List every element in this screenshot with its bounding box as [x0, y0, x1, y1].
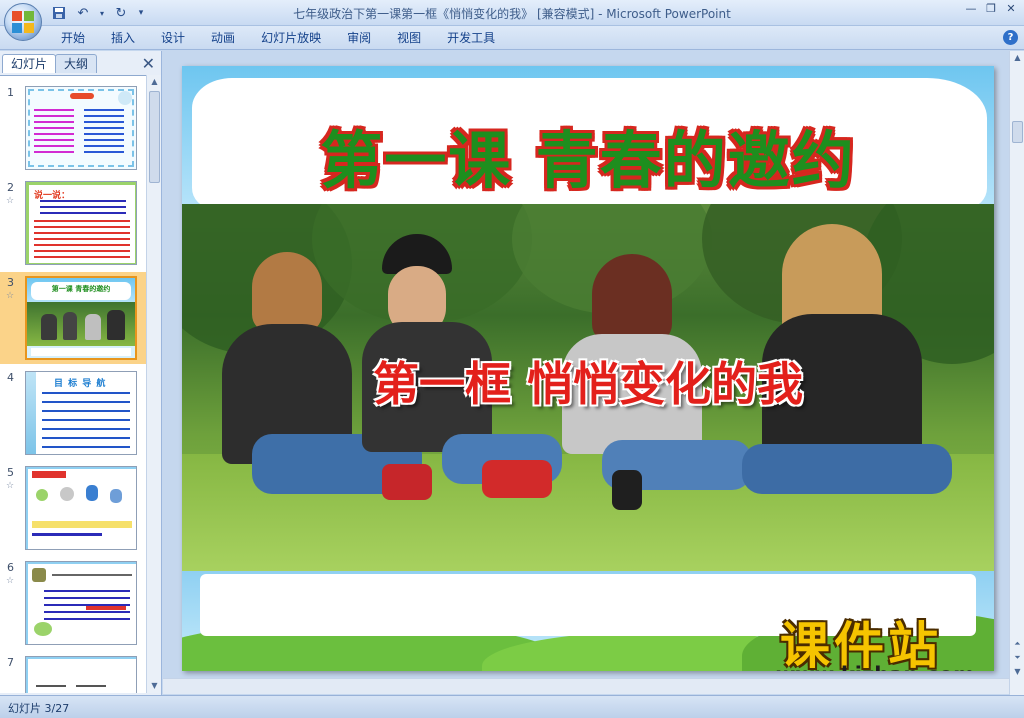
slides-pane: 幻灯片 大纲 ✕ 1 2 ☆ 说一说： 3 ☆ 第一课 青春的邀约 4 目 标 … [0, 51, 162, 695]
ribbon-tab-bar: 开始 插入 设计 动画 幻灯片放映 审阅 视图 开发工具 ? [0, 26, 1024, 50]
tab-home[interactable]: 开始 [48, 30, 98, 46]
thumb-heading: 目 标 导 航 [54, 379, 107, 389]
tab-developer[interactable]: 开发工具 [434, 30, 508, 46]
close-pane-icon[interactable]: ✕ [142, 54, 155, 73]
tab-insert[interactable]: 插入 [98, 30, 148, 46]
scrollbar-thumb[interactable] [1012, 121, 1023, 143]
close-icon[interactable]: ✕ [1002, 2, 1020, 16]
scroll-down-icon[interactable]: ▼ [147, 679, 162, 693]
next-slide-icon[interactable]: ⏷ [1010, 651, 1024, 665]
slide-number: 6 [7, 561, 14, 574]
tab-outline[interactable]: 大纲 [55, 54, 98, 73]
office-logo-icon [12, 11, 34, 33]
slide-thumbnail[interactable]: 说一说： [25, 181, 137, 265]
slide-thumb-row-1[interactable]: 1 [0, 82, 146, 174]
tab-slides[interactable]: 幻灯片 [2, 54, 57, 73]
slide-thumb-row-7[interactable]: 7 [0, 652, 146, 693]
tab-design[interactable]: 设计 [148, 30, 198, 46]
person-figure [252, 252, 322, 332]
slide-thumbnail[interactable] [25, 656, 137, 693]
slide-title-main[interactable]: 第一课 青春的邀约 [182, 110, 994, 200]
slide-thumbnail[interactable] [25, 466, 137, 550]
thumbnail-scrollbar[interactable]: ▲ ▼ [146, 75, 161, 693]
scroll-up-icon[interactable]: ▲ [147, 75, 162, 89]
slide-thumb-row-4[interactable]: 4 目 标 导 航 [0, 367, 146, 459]
slide-thumbnail[interactable]: 目 标 导 航 [25, 371, 137, 455]
title-bar: ↶ ▾ ↻ ▾ 七年级政治下第一课第一框《悄悄变化的我》 [兼容模式] - Mi… [0, 0, 1024, 41]
tab-slideshow[interactable]: 幻灯片放映 [248, 30, 334, 46]
slide-thumb-row-6[interactable]: 6 ☆ [0, 557, 146, 649]
thumb-title: 第一课 青春的邀约 [51, 285, 111, 293]
slide-number: 2 [7, 181, 14, 194]
animation-star-icon: ☆ [6, 196, 15, 206]
help-icon[interactable]: ? [1003, 30, 1018, 45]
thumbnail-list: 1 2 ☆ 说一说： 3 ☆ 第一课 青春的邀约 4 目 标 导 航 5 ☆ 6… [0, 75, 146, 693]
office-button[interactable] [4, 3, 42, 41]
slide-number: 7 [7, 656, 14, 669]
slide-thumbnail[interactable]: 第一课 青春的邀约 [25, 276, 137, 360]
scroll-up-icon[interactable]: ▲ [1010, 51, 1024, 65]
watermark-url: www.kjzhan.com [776, 663, 975, 671]
current-slide[interactable]: 第一课 青春的邀约 第一框 悄悄变化的我 课件站 www.kjzhan.com [182, 66, 994, 671]
slide-number: 5 [7, 466, 14, 479]
animation-star-icon: ☆ [6, 291, 15, 301]
tab-view[interactable]: 视图 [384, 30, 434, 46]
tab-review[interactable]: 审阅 [334, 30, 384, 46]
person-figure [592, 254, 672, 344]
slide-title-sub[interactable]: 第一框 悄悄变化的我 [182, 348, 994, 414]
slide-horizontal-scrollbar[interactable] [163, 678, 1009, 694]
watermark-logo-text: 课件站 [780, 617, 942, 671]
slide-thumb-row-3[interactable]: 3 ☆ 第一课 青春的邀约 [0, 272, 146, 364]
slide-counter: 幻灯片 3/27 [8, 702, 70, 715]
slide-thumb-row-5[interactable]: 5 ☆ [0, 462, 146, 554]
slide-editor: 第一课 青春的邀约 第一框 悄悄变化的我 课件站 www.kjzhan.com [163, 51, 1009, 695]
minimize-icon[interactable]: — [962, 2, 980, 16]
slide-thumb-row-2[interactable]: 2 ☆ 说一说： [0, 177, 146, 269]
scrollbar-thumb[interactable] [149, 91, 160, 183]
restore-icon[interactable]: ❐ [982, 2, 1000, 16]
window-title: 七年级政治下第一课第一框《悄悄变化的我》 [兼容模式] - Microsoft … [293, 7, 731, 21]
previous-slide-icon[interactable]: ⏶ [1010, 637, 1024, 651]
slide-thumbnail[interactable] [25, 86, 137, 170]
scroll-down-icon[interactable]: ▼ [1010, 665, 1024, 679]
animation-star-icon: ☆ [6, 481, 15, 491]
slide-number: 1 [7, 86, 14, 99]
slide-vertical-scrollbar[interactable]: ▲ ⏶ ⏷ ▼ [1009, 51, 1024, 695]
animation-star-icon: ☆ [6, 576, 15, 586]
slide-number: 4 [7, 371, 14, 384]
slide-number: 3 [7, 276, 14, 289]
window-controls: — ❐ ✕ [962, 2, 1020, 16]
slide-thumbnail[interactable] [25, 561, 137, 645]
status-bar: 幻灯片 3/27 [0, 695, 1024, 718]
tab-animations[interactable]: 动画 [198, 30, 248, 46]
